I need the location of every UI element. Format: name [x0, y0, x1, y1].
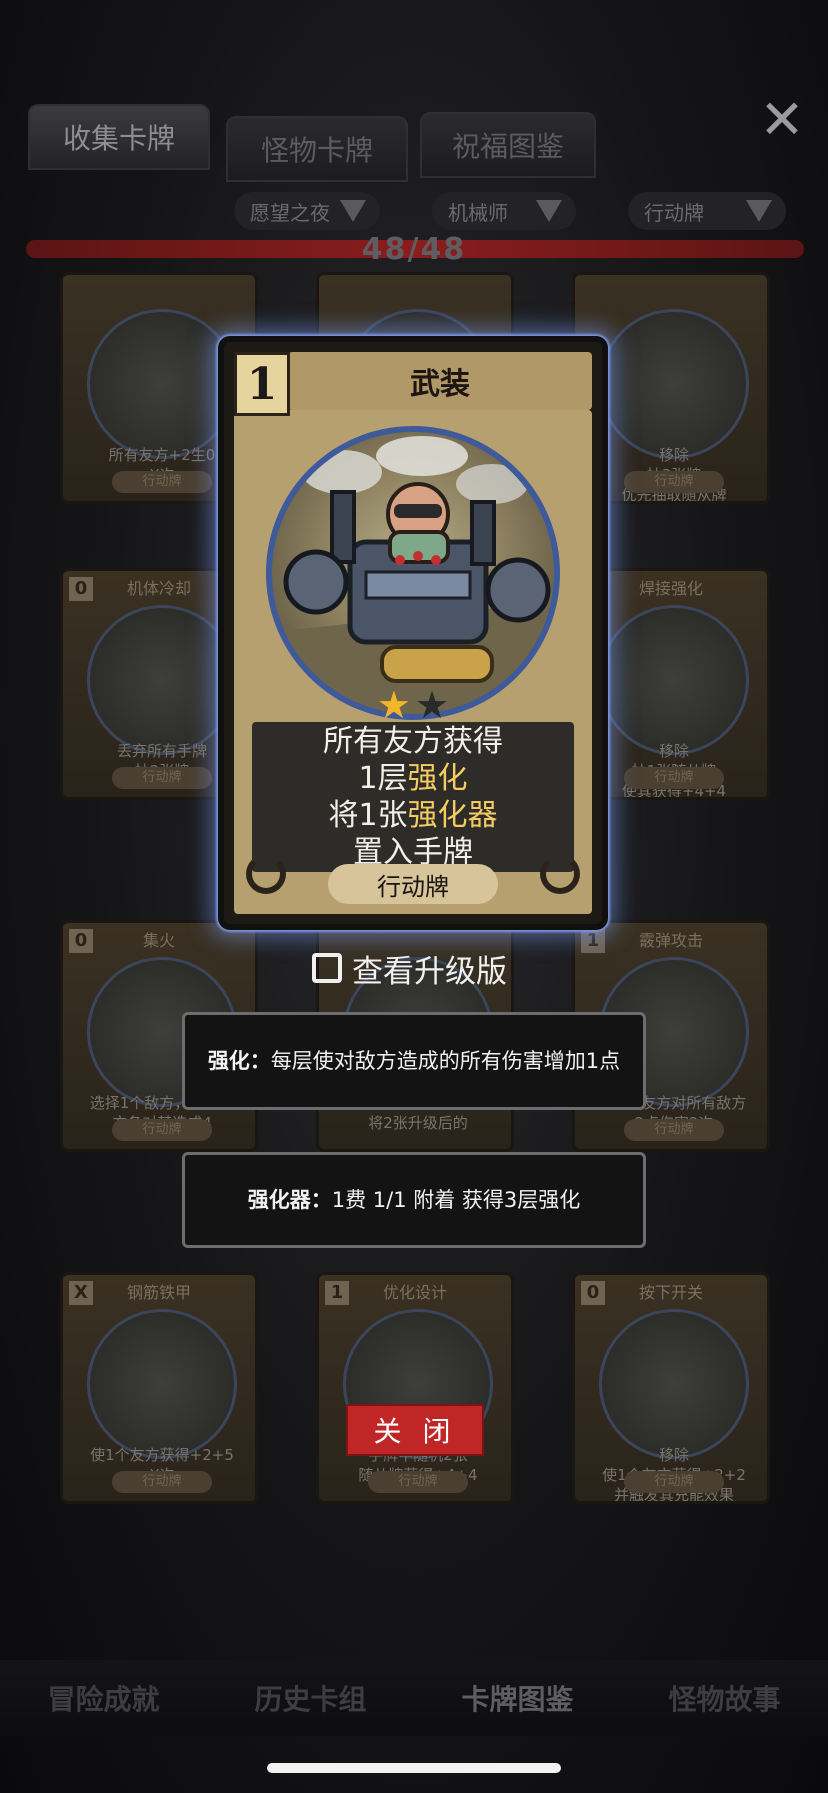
upgrade-checkbox[interactable] — [312, 953, 342, 983]
card-type-label: 行动牌 — [377, 872, 449, 901]
card-type-badge: 行动牌 — [328, 864, 498, 904]
card-name: 集火 — [142, 931, 175, 950]
view-upgrade-toggle[interactable]: 查看升级版 — [312, 944, 507, 992]
filter-label: 行动牌 — [644, 200, 704, 225]
upgrade-label: 查看升级版 — [352, 953, 507, 990]
card-name: 钢筋铁甲 — [126, 1283, 191, 1302]
keyword-tooltip-enhancer: 强化器：1费 1/1 附着 获得3层强化 — [182, 1152, 646, 1248]
card-type-label: 行动牌 — [112, 471, 212, 493]
filter-card-type[interactable]: 行动牌 — [628, 192, 786, 230]
card-name: 武装 — [410, 367, 470, 402]
keyword-tooltip-strength: 强化：每层使对敌方造成的所有伤害增加1点 — [182, 1012, 646, 1110]
keyword-enhancer: 强化器 — [407, 798, 498, 833]
card-name: 按下开关 — [638, 1283, 703, 1302]
mech-robot-illustration — [272, 436, 554, 714]
card-cost-badge: 1 — [234, 352, 290, 416]
filter-event[interactable]: 愿望之夜 — [234, 192, 380, 230]
tooltip-desc: 1费 1/1 附着 获得3层强化 — [331, 1188, 581, 1212]
ornament-swirl-right — [540, 854, 580, 894]
card-type-label: 行动牌 — [368, 1471, 468, 1493]
card-artwork — [599, 1309, 749, 1459]
chevron-down-icon — [536, 200, 562, 222]
nav-adventure-achievements[interactable]: 冒险成就 — [47, 1678, 159, 1718]
collection-card[interactable]: X钢筋铁甲使1个友方获得+2+5 X次行动牌 — [60, 1272, 258, 1504]
tab-monster-cards[interactable]: 怪物卡牌 — [226, 116, 408, 182]
card-name: 霰弹攻击 — [638, 931, 703, 950]
card-artwork — [266, 426, 560, 720]
filter-class[interactable]: 机械师 — [432, 192, 576, 230]
collection-card[interactable]: 0按下开关移除 使1个友方获得+2+2 并触发其充能效果行动牌 — [572, 1272, 770, 1504]
card-rarity-stars: ★ ★ — [224, 686, 602, 724]
tab-label: 祝福图鉴 — [451, 130, 564, 163]
card-type-label: 行动牌 — [112, 1119, 212, 1141]
effect-line-3: 将1张强化器 — [328, 798, 498, 833]
tab-label: 收集卡牌 — [62, 122, 175, 155]
card-artwork — [599, 605, 749, 755]
keyword-strength: 强化 — [407, 761, 468, 796]
tooltip-term: 强化： — [207, 1049, 271, 1073]
ornament-swirl-left — [246, 854, 286, 894]
star-icon: ★ — [376, 683, 411, 727]
tab-collect-cards[interactable]: 收集卡牌 — [28, 104, 210, 170]
card-cost: 1 — [246, 358, 278, 410]
home-indicator[interactable] — [267, 1763, 561, 1773]
card-artwork — [87, 605, 237, 755]
collection-card[interactable]: 1优化设计手牌中随机2张 随从牌获得+4+4行动牌 — [316, 1272, 514, 1504]
card-artwork — [87, 1309, 237, 1459]
effect-line-1: 所有友方获得 — [323, 724, 503, 759]
card-artwork — [599, 309, 749, 459]
chevron-down-icon — [746, 200, 772, 222]
close-button[interactable]: 关 闭 — [346, 1404, 484, 1456]
card-type-label: 行动牌 — [112, 1471, 212, 1493]
collection-progress-label: 48/48 — [361, 232, 467, 267]
card-artwork — [87, 309, 237, 459]
chevron-down-icon — [340, 200, 366, 222]
effect-line-2: 1层强化 — [358, 761, 468, 796]
card-detail: 武装 1 ★ ★ 所有友方获得 1层强化 将1张强化器 置入手牌 行动牌 — [218, 336, 608, 930]
nav-card-codex[interactable]: 卡牌图鉴 — [461, 1678, 573, 1718]
card-type-label: 行动牌 — [624, 1471, 724, 1493]
star-icon: ★ — [415, 683, 450, 727]
card-effect-text: 所有友方获得 1层强化 将1张强化器 置入手牌 — [252, 722, 574, 872]
close-x-icon[interactable]: ✕ — [758, 93, 806, 147]
nav-history-decks[interactable]: 历史卡组 — [254, 1678, 366, 1718]
nav-monster-stories[interactable]: 怪物故事 — [668, 1678, 780, 1718]
filter-label: 愿望之夜 — [250, 200, 330, 225]
bottom-nav: 冒险成就 历史卡组 卡牌图鉴 怪物故事 — [0, 1660, 828, 1736]
card-type-label: 行动牌 — [624, 471, 724, 493]
card-title-bar: 武装 — [288, 352, 592, 410]
card-type-label: 行动牌 — [624, 1119, 724, 1141]
tooltip-term: 强化器： — [247, 1188, 332, 1212]
tooltip-desc: 每层使对敌方造成的所有伤害增加1点 — [270, 1049, 621, 1073]
card-type-label: 行动牌 — [624, 767, 724, 789]
filter-label: 机械师 — [448, 200, 508, 225]
card-type-label: 行动牌 — [112, 767, 212, 789]
card-name: 优化设计 — [382, 1283, 447, 1302]
tab-blessing-codex[interactable]: 祝福图鉴 — [420, 112, 596, 178]
tab-label: 怪物卡牌 — [260, 134, 373, 167]
